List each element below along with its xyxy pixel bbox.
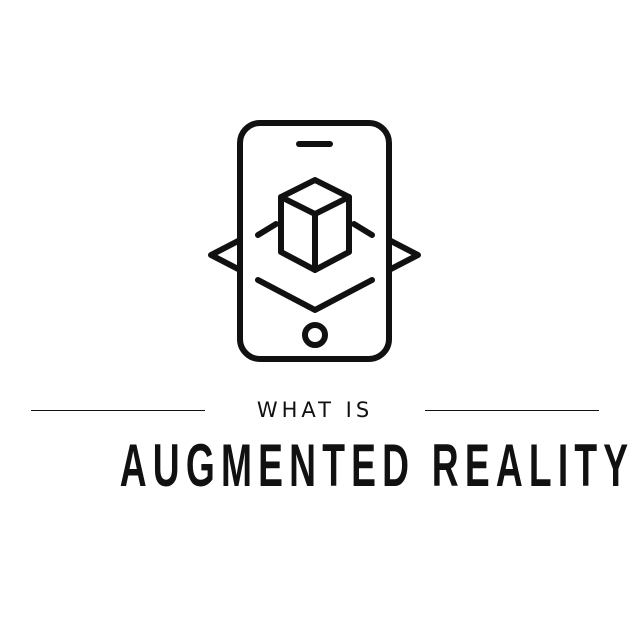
ar-phone-cube-icon <box>208 120 421 362</box>
cube-top <box>278 177 352 217</box>
plane-back-right <box>351 221 375 238</box>
kicker-text: WHAT IS <box>256 398 374 422</box>
right-arrow <box>386 237 421 273</box>
left-arrow <box>208 237 243 273</box>
page-title: AUGMENTED REALITY <box>119 432 630 499</box>
plane-back-left <box>255 221 279 238</box>
phone-home-button <box>302 322 328 348</box>
plane-front <box>255 277 375 313</box>
